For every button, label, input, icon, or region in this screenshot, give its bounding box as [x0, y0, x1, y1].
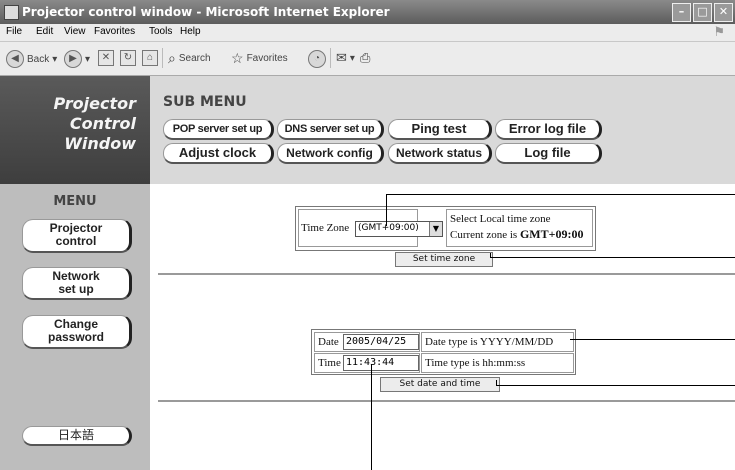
back-button[interactable]: ◀ Back ▾ [6, 50, 57, 68]
network-status-button[interactable]: Network status [388, 143, 492, 164]
sidebar-item-japanese[interactable]: 日本語 [22, 426, 132, 446]
home-button[interactable]: ⌂ [142, 50, 158, 66]
callout-line [490, 257, 735, 258]
network-config-button[interactable]: Network config [277, 143, 384, 164]
sidebar-item-projector-control[interactable]: Projector control [22, 219, 132, 253]
timezone-label: Time Zone [301, 222, 350, 234]
callout-line [496, 385, 735, 386]
favorites-button[interactable]: ☆ Favorites [231, 50, 288, 67]
dropdown-arrow-icon: ▾ [52, 53, 58, 65]
refresh-button[interactable]: ↻ [120, 50, 136, 66]
error-log-file-button[interactable]: Error log file [495, 119, 602, 140]
sidebar-item-change-password[interactable]: Change password [22, 315, 132, 349]
title-bar: Projector control window - Microsoft Int… [0, 0, 735, 24]
timezone-select[interactable]: (GMT+09:00) ▼ [355, 221, 443, 237]
menu-view[interactable]: View [64, 26, 86, 37]
close-button[interactable]: ✕ [714, 3, 733, 22]
menu-help[interactable]: Help [180, 26, 201, 37]
window-controls: – □ ✕ [672, 3, 733, 22]
divider [158, 400, 735, 402]
date-label: Date [318, 336, 339, 348]
callout-line [371, 364, 372, 470]
print-icon: ⎙ [360, 50, 371, 65]
search-button[interactable]: ⌕ Search [168, 50, 211, 67]
mail-icon: ✉ [336, 50, 347, 65]
print-button[interactable]: ⎙ [360, 50, 370, 66]
dropdown-arrow-icon: ▾ [349, 52, 355, 64]
timezone-hint: Select Local time zone Current zone is G… [446, 209, 593, 247]
windows-flag-icon: ⚑ [713, 24, 725, 39]
callout-line [570, 339, 735, 340]
dns-server-setup-button[interactable]: DNS server set up [277, 119, 384, 140]
toolbar: ◀ Back ▾ ▶ ▾ ✕ ↻ ⌂ ⌕ Search ☆ Favorites … [0, 42, 735, 76]
page-header: Projector Control Window SUB MENU POP se… [0, 76, 735, 184]
search-icon: ⌕ [168, 50, 176, 66]
callout-line [386, 194, 387, 226]
callout-line [490, 253, 491, 258]
current-zone-value: GMT+09:00 [519, 227, 584, 241]
log-file-button[interactable]: Log file [495, 143, 602, 164]
dropdown-arrow-icon: ▾ [85, 53, 91, 65]
divider [158, 273, 735, 275]
back-arrow-icon: ◀ [6, 50, 24, 68]
toolbar-divider [330, 48, 331, 68]
date-input[interactable]: 2005/04/25 [343, 334, 419, 350]
pop-server-setup-button[interactable]: POP server set up [163, 119, 274, 140]
menu-favorites[interactable]: Favorites [94, 26, 135, 37]
main-content: Time Zone (GMT+09:00) ▼ Select Local tim… [150, 184, 735, 470]
star-icon: ☆ [231, 50, 244, 66]
stop-icon: ✕ [98, 50, 114, 66]
callout-line [386, 194, 735, 195]
maximize-button[interactable]: □ [693, 3, 712, 22]
time-input[interactable]: 11:43:44 [343, 355, 419, 371]
stop-button[interactable]: ✕ [98, 50, 114, 66]
dropdown-arrow-icon: ▼ [429, 222, 442, 236]
refresh-icon: ↻ [120, 50, 136, 66]
callout-line [496, 380, 497, 386]
sidebar-item-network-setup[interactable]: Network set up [22, 267, 132, 300]
menu-bar: File Edit View Favorites Tools Help ⚑ [0, 24, 735, 42]
submenu-title: SUB MENU [163, 94, 247, 110]
brand-logo: Projector Control Window [0, 76, 150, 184]
mail-button[interactable]: ✉ ▾ [336, 50, 355, 66]
history-icon: ◔ [308, 50, 326, 68]
home-icon: ⌂ [142, 50, 158, 66]
minimize-button[interactable]: – [672, 3, 691, 22]
set-time-zone-button[interactable]: Set time zone [395, 252, 493, 267]
set-date-and-time-button[interactable]: Set date and time [380, 377, 500, 392]
sidebar-title: MENU [53, 194, 97, 209]
time-label: Time [318, 357, 341, 369]
sidebar-menu: MENU Projector control Network set up Ch… [0, 184, 150, 470]
forward-button[interactable]: ▶ ▾ [64, 50, 90, 68]
date-hint: Date type is YYYY/MM/DD [421, 332, 574, 352]
history-button[interactable]: ◔ [308, 50, 326, 68]
time-hint: Time type is hh:mm:ss [421, 353, 574, 373]
forward-arrow-icon: ▶ [64, 50, 82, 68]
window-title: Projector control window - Microsoft Int… [22, 5, 390, 19]
menu-file[interactable]: File [6, 26, 22, 37]
menu-tools[interactable]: Tools [149, 26, 172, 37]
toolbar-divider [162, 48, 163, 68]
menu-edit[interactable]: Edit [36, 26, 53, 37]
ping-test-button[interactable]: Ping test [388, 119, 492, 140]
adjust-clock-button[interactable]: Adjust clock [163, 143, 274, 164]
browser-logo-icon [4, 5, 19, 20]
